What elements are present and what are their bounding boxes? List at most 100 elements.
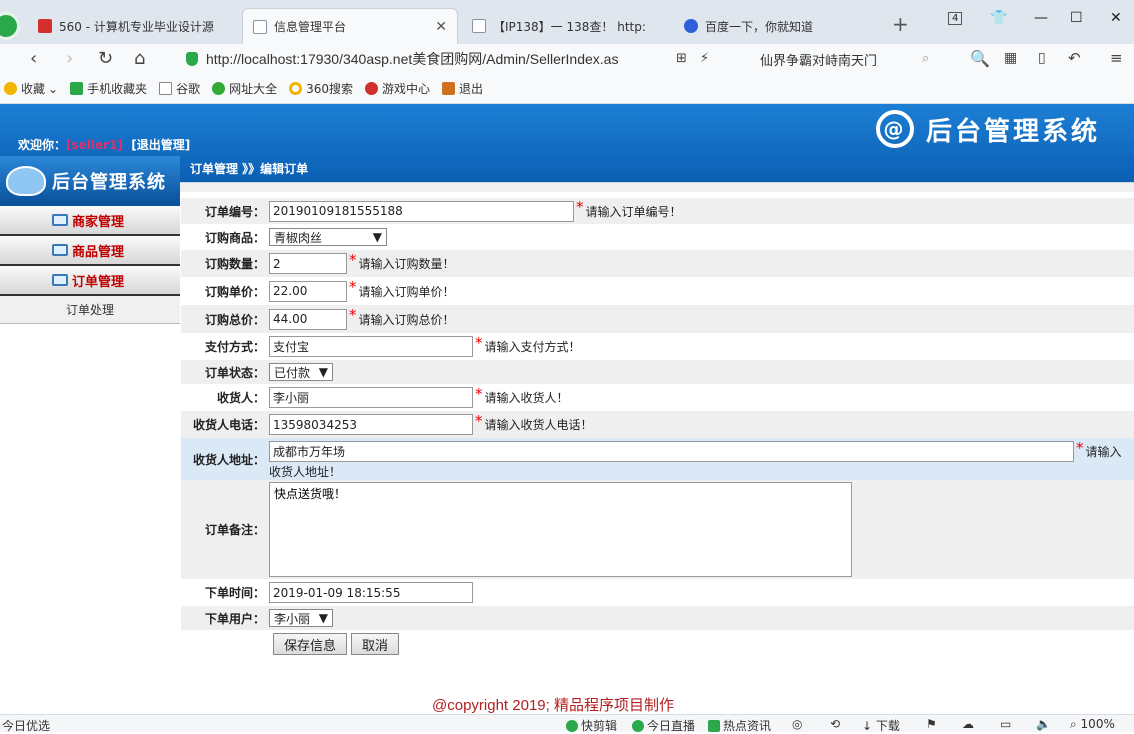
unit-price-input[interactable]: 22.00: [269, 280, 347, 302]
status-news[interactable]: 热点资讯: [708, 717, 771, 734]
flag-icon[interactable]: ⚑: [926, 717, 937, 731]
status-select[interactable]: 已付款 ▼: [269, 363, 333, 381]
shirt-skin-icon[interactable]: 👕: [990, 10, 1007, 26]
browser-tab-3[interactable]: 【IP138】一 138查！ http:: [462, 8, 672, 44]
receiver-input[interactable]: 李小丽: [269, 387, 473, 408]
tab-count-badge[interactable]: 4: [948, 12, 963, 25]
product-select[interactable]: 青椒肉丝 ▼: [269, 228, 387, 246]
apps-icon[interactable]: ▦: [1004, 50, 1017, 66]
minimize-icon[interactable]: —: [1034, 10, 1048, 26]
globe-icon: [212, 82, 226, 95]
bookmarks-bar: 收藏 ⌄ 手机收藏夹 谷歌 网址大全 360搜索 游戏中心 退出: [0, 74, 1134, 104]
reload-icon[interactable]: ↻: [98, 48, 113, 69]
cancel-button[interactable]: 取消: [351, 633, 400, 655]
sidebar-item-seller-management[interactable]: 商家管理: [0, 206, 180, 236]
volume-icon[interactable]: 🔈: [1036, 717, 1051, 731]
home-icon[interactable]: ⌂: [134, 48, 145, 69]
copyright-text: @copyright 2019; 精品程序项目制作: [432, 697, 674, 714]
window-icon[interactable]: ▭: [1000, 717, 1011, 731]
form-row-remark: 订单备注： 快点送货哦！: [181, 480, 1134, 579]
360-icon: [289, 82, 303, 95]
status-download[interactable]: ↓ 下载: [862, 717, 900, 734]
address-input[interactable]: 成都市万年场: [269, 441, 1074, 462]
new-tab-button[interactable]: +: [892, 12, 909, 36]
browser-tab-1[interactable]: 560 - 计算机专业毕业设计源: [28, 8, 240, 44]
back-icon[interactable]: ‹: [30, 48, 37, 69]
save-button[interactable]: 保存信息: [273, 633, 348, 655]
bookmark-mobile[interactable]: 手机收藏夹: [70, 80, 147, 97]
bookmark-label: 谷歌: [176, 82, 201, 96]
status-label: 订单状态：: [204, 365, 265, 380]
lightning-icon[interactable]: ⚡: [700, 51, 709, 66]
speed-icon[interactable]: ◎: [792, 717, 802, 731]
product-label: 订购商品：: [204, 230, 265, 245]
page-icon: [159, 82, 173, 95]
baidu-paw-icon: [684, 19, 698, 33]
bookmark-label: 360搜索: [306, 82, 354, 96]
undo-icon[interactable]: ↶: [1068, 49, 1081, 67]
live-icon: [632, 720, 644, 732]
dropdown-arrow-icon: ▼: [318, 611, 328, 625]
bookmark-label: 网址大全: [229, 82, 278, 96]
maximize-icon[interactable]: ☐: [1070, 10, 1083, 26]
order-no-input[interactable]: 20190109181555188: [269, 200, 574, 222]
bookmark-360-search[interactable]: 360搜索: [289, 80, 353, 97]
sidebar-item-product-management[interactable]: 商品管理: [0, 236, 180, 266]
unit-price-hint: 请输入订购单价！: [358, 284, 455, 299]
logout-link[interactable]: [退出管理]: [131, 138, 190, 152]
browser-tab-bar: 560 - 计算机专业毕业设计源 信息管理平台 ✕ 【IP138】一 138查！…: [0, 0, 1134, 44]
forward-icon[interactable]: ›: [66, 48, 73, 69]
browser-tab-2-active[interactable]: 信息管理平台 ✕: [242, 8, 458, 44]
close-tab-icon[interactable]: ✕: [427, 19, 447, 35]
sidebar-logo-title: 后台管理系统: [52, 172, 166, 193]
status-live[interactable]: 今日直播: [632, 717, 695, 734]
bookmark-site-nav[interactable]: 网址大全: [212, 80, 277, 97]
remark-textarea[interactable]: 快点送货哦！: [269, 482, 852, 577]
payment-input[interactable]: 支付宝: [269, 336, 473, 357]
total-price-input[interactable]: 44.00: [269, 308, 347, 330]
order-user-select[interactable]: 李小丽 ▼: [269, 609, 333, 627]
menu-icon[interactable]: ≡: [1110, 49, 1123, 67]
order-time-input[interactable]: 2019-01-09 18:15:55: [269, 582, 473, 603]
address-toolbar: ‹ › ↻ ⌂ http://localhost:17930/340asp.ne…: [0, 44, 1134, 74]
unit-price-label: 订购单价：: [204, 284, 265, 299]
search-field[interactable]: 仙界争霸对峙南天门: [754, 47, 944, 71]
status-zoom[interactable]: ⌕ 100%: [1070, 717, 1115, 732]
status-selected-value: 已付款: [274, 365, 311, 380]
form-row-quantity: 订购数量： 2 * 请输入订购数量！: [181, 250, 1134, 277]
close-window-icon[interactable]: ✕: [1110, 10, 1122, 26]
bookmark-favorites[interactable]: 收藏 ⌄: [4, 80, 58, 97]
browser-logo-icon[interactable]: [0, 12, 20, 40]
sidebar-logo: 后台管理系统: [0, 156, 180, 206]
tab-title: 信息管理平台: [274, 20, 347, 34]
browser-tab-4[interactable]: 百度一下，你就知道: [674, 8, 886, 44]
quantity-input[interactable]: 2: [269, 253, 347, 274]
plugin-icon[interactable]: ⟲: [830, 717, 840, 731]
sidebar-subitem-order-processing[interactable]: 订单处理: [0, 296, 180, 324]
bookmark-exit[interactable]: 退出: [442, 80, 483, 97]
security-shield-icon: [186, 52, 198, 66]
search-icon[interactable]: ⌕: [922, 51, 929, 66]
username-link[interactable]: [seller1]: [66, 138, 123, 152]
bookmark-google[interactable]: 谷歌: [159, 80, 200, 97]
tab-favicon-icon: [38, 19, 52, 33]
grid-icon[interactable]: ⊞: [676, 51, 687, 66]
order-no-hint: 请输入订单编号！: [585, 204, 682, 219]
sidebar-item-order-management[interactable]: 订单管理: [0, 266, 180, 296]
address-hint-continued: 收货人地址！: [269, 465, 342, 479]
phone-input[interactable]: 13598034253: [269, 414, 473, 435]
tab-page-icon: [472, 19, 486, 33]
form-row-product: 订购商品： 青椒肉丝 ▼: [181, 224, 1134, 250]
status-quick-edit[interactable]: 快剪辑: [566, 717, 617, 734]
star-icon: [4, 82, 17, 95]
browser-status-bar: 今日优选 快剪辑 今日直播 热点资讯 ◎ ⟲ ↓ 下载 ⚑ ☁ ▭ 🔈 ⌕ 10…: [0, 714, 1134, 734]
cloud-icon[interactable]: ☁: [962, 717, 974, 731]
bookmark-game-center[interactable]: 游戏中心: [365, 80, 430, 97]
total-price-hint: 请输入订购总价！: [358, 312, 455, 327]
url-field[interactable]: http://localhost:17930/340asp.net美食团购网/A…: [186, 47, 746, 71]
status-today-picks[interactable]: 今日优选: [2, 717, 50, 734]
reader-icon[interactable]: ▯: [1038, 50, 1046, 66]
exit-icon: [442, 82, 456, 95]
search-engine-icon[interactable]: 🔍: [970, 49, 990, 68]
receiver-label: 收货人：: [216, 391, 265, 405]
